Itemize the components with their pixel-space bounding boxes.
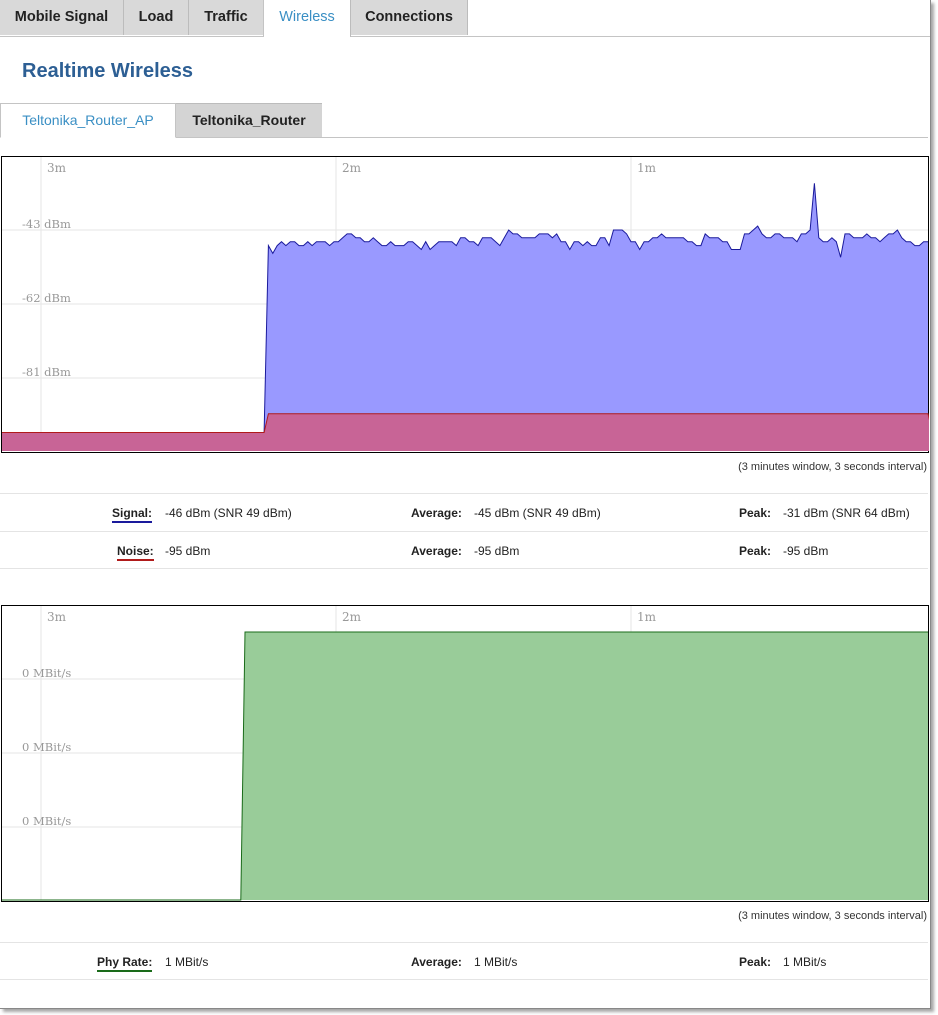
y-label: -43 dBm [22,217,71,231]
y-label: 0 MBit/s [22,814,71,828]
y-label: 0 MBit/s [22,666,71,680]
noise-peak-value: -95 dBm [783,544,829,558]
time-label-2m: 2m [342,610,362,624]
window-note: (3 minutes window, 3 seconds interval) [738,461,927,473]
noise-label: Noise: [117,544,154,561]
time-label-3m: 3m [47,610,67,624]
page-title: Realtime Wireless [22,60,194,82]
phy-rate-graph: 3m 2m 1m 0 MBit/s 0 MBit/s 0 MBit/s [1,605,929,902]
noise-peak-label: Peak: [739,544,772,558]
noise-average-value: -95 dBm [474,544,520,558]
signal-value: -46 dBm (SNR 49 dBm) [165,506,292,520]
signal-stats-row: Signal: -46 dBm (SNR 49 dBm) Average: -4… [0,493,928,531]
signal-label: Signal: [112,506,153,523]
top-tab-bar: Mobile Signal Load Traffic Wireless Conn… [0,0,930,37]
phy-rate-average-value: 1 MBit/s [474,955,518,969]
noise-stats-row: Noise: -95 dBm Average: -95 dBm Peak: -9… [0,531,928,569]
phy-rate-value: 1 MBit/s [165,955,209,969]
y-label: 0 MBit/s [22,740,71,754]
window-note: (3 minutes window, 3 seconds interval) [738,910,927,922]
phy-rate-label: Phy Rate: [97,955,153,972]
noise-value: -95 dBm [165,544,211,558]
phy-rate-peak-value: 1 MBit/s [783,955,827,969]
y-label: -81 dBm [22,365,71,379]
time-label-2m: 2m [342,161,362,175]
tab-teltonika-router[interactable]: Teltonika_Router [176,103,322,137]
signal-average-label: Average: [411,506,462,520]
time-label-1m: 1m [637,161,657,175]
time-label-3m: 3m [47,161,67,175]
noise-average-label: Average: [411,544,462,558]
tab-mobile-signal[interactable]: Mobile Signal [0,0,124,35]
time-label-1m: 1m [637,610,657,624]
tab-traffic[interactable]: Traffic [189,0,264,35]
phy-rate-peak-label: Peak: [739,955,772,969]
tab-teltonika-router-ap[interactable]: Teltonika_Router_AP [0,103,176,138]
divider [0,568,928,569]
signal-noise-graph: 3m 2m 1m -43 dBm -62 dBm -81 dBm [1,156,929,453]
phy-rate-stats-row: Phy Rate: 1 MBit/s Average: 1 MBit/s Pea… [0,942,928,980]
tab-connections[interactable]: Connections [351,0,468,35]
signal-average-value: -45 dBm (SNR 49 dBm) [474,506,601,520]
y-label: -62 dBm [22,291,71,305]
tab-load[interactable]: Load [124,0,189,35]
tab-wireless[interactable]: Wireless [263,0,351,37]
page-frame: Mobile Signal Load Traffic Wireless Conn… [0,0,931,1009]
signal-peak-label: Peak: [739,506,772,520]
signal-peak-value: -31 dBm (SNR 64 dBm) [783,506,910,520]
interface-tab-bar: Teltonika_Router_AP Teltonika_Router [0,103,928,138]
divider [0,979,928,980]
phy-rate-average-label: Average: [411,955,462,969]
